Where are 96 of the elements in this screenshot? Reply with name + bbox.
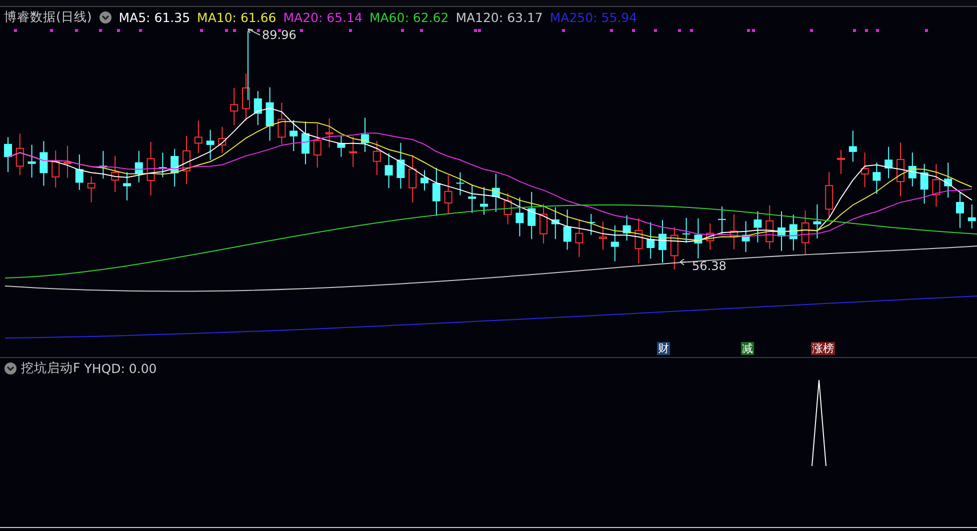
candlestick [134,150,143,183]
event-badge[interactable]: 财 [657,342,670,355]
candlestick [468,184,476,214]
candlestick [302,121,310,165]
dropdown-icon[interactable] [4,362,17,375]
stock-title: 博睿数据(日线) [4,9,92,26]
candlestick [170,148,179,187]
indicator-title: 挖坑启动F [21,360,80,377]
candlestick [254,90,262,126]
candlestick [492,173,500,212]
candlestick [28,144,36,178]
candlestick [52,150,60,188]
candlestick [504,192,512,225]
candlestick [325,118,334,148]
candlestick [123,172,131,201]
ma-value: MA20: 65.14 [283,10,362,25]
candlestick [349,136,358,168]
candlestick [99,150,108,180]
candlestick [551,206,560,240]
candlestick [932,163,940,208]
candlestick [872,162,881,194]
candlestick [920,163,928,204]
candlestick [540,204,548,244]
ma-value: MA60: 62.62 [369,10,449,25]
candlestick [146,141,155,196]
candlestick [825,172,834,218]
candlestick [848,130,857,162]
candlestick [646,222,655,260]
event-badge[interactable]: 减 [741,342,754,355]
candlestick [575,218,584,258]
candlestick [610,224,619,262]
candlestick [408,154,417,203]
candlestick [337,134,346,158]
candlestick [754,210,762,243]
candlestick [16,133,24,176]
candlestick [242,73,250,122]
candlestick [694,218,702,259]
candlestick [313,123,322,168]
candlestick [361,117,369,152]
candlestick [599,221,607,250]
candlestick [813,204,822,239]
dropdown-icon[interactable] [98,11,112,24]
candlestick [516,196,524,237]
indicator-reading: YHQD: 0.00 [84,361,157,376]
candlestick [563,209,572,250]
candlestick [730,214,738,250]
candlestick [706,222,714,250]
candlestick [587,213,596,236]
event-badge[interactable]: 涨榜 [811,342,835,355]
candlestick [884,146,893,179]
candlestick [182,135,190,185]
candlestick [742,220,750,253]
ma-value: MA120: 63.17 [456,10,543,25]
candlestick [75,154,84,190]
candlestick [194,120,202,154]
candlestick [908,152,916,187]
candlestick [480,186,488,216]
candlestick [432,167,440,216]
candlestick [456,172,464,196]
candlestick [158,152,167,178]
candlestick [801,210,810,256]
candlestick [206,129,214,160]
ma-value: MA5: 61.35 [118,10,190,25]
candlestick [766,204,774,250]
candlestick [860,152,869,188]
candlestick [4,136,12,172]
candlestick [634,218,643,264]
candlestick [968,204,976,229]
candlestick [87,176,96,203]
candlestick [384,152,393,189]
candlestick [718,206,726,234]
candlestick [778,210,786,252]
candlestick [789,214,798,252]
candlestick [372,140,381,176]
candlestick [944,162,952,198]
candlestick [956,192,964,228]
candlestick [396,142,405,190]
candlestick [218,126,226,154]
candlestick [837,149,845,174]
ma-value: MA10: 61.66 [197,10,276,25]
candlestick [278,102,286,145]
candlestick [64,145,72,178]
candlestick [420,170,428,192]
candlestick [444,174,452,215]
candlestick [40,140,48,186]
candlestick [528,191,536,240]
candlestick [290,120,298,152]
candlestick [682,217,690,244]
candlestick [111,155,120,193]
candlestick [896,142,904,197]
candlestick [670,226,678,270]
ma-value: MA250: 55.94 [550,10,638,25]
candlestick [658,219,666,264]
candlestick [266,86,274,142]
candlestick [230,87,238,126]
candlestick [622,214,631,242]
